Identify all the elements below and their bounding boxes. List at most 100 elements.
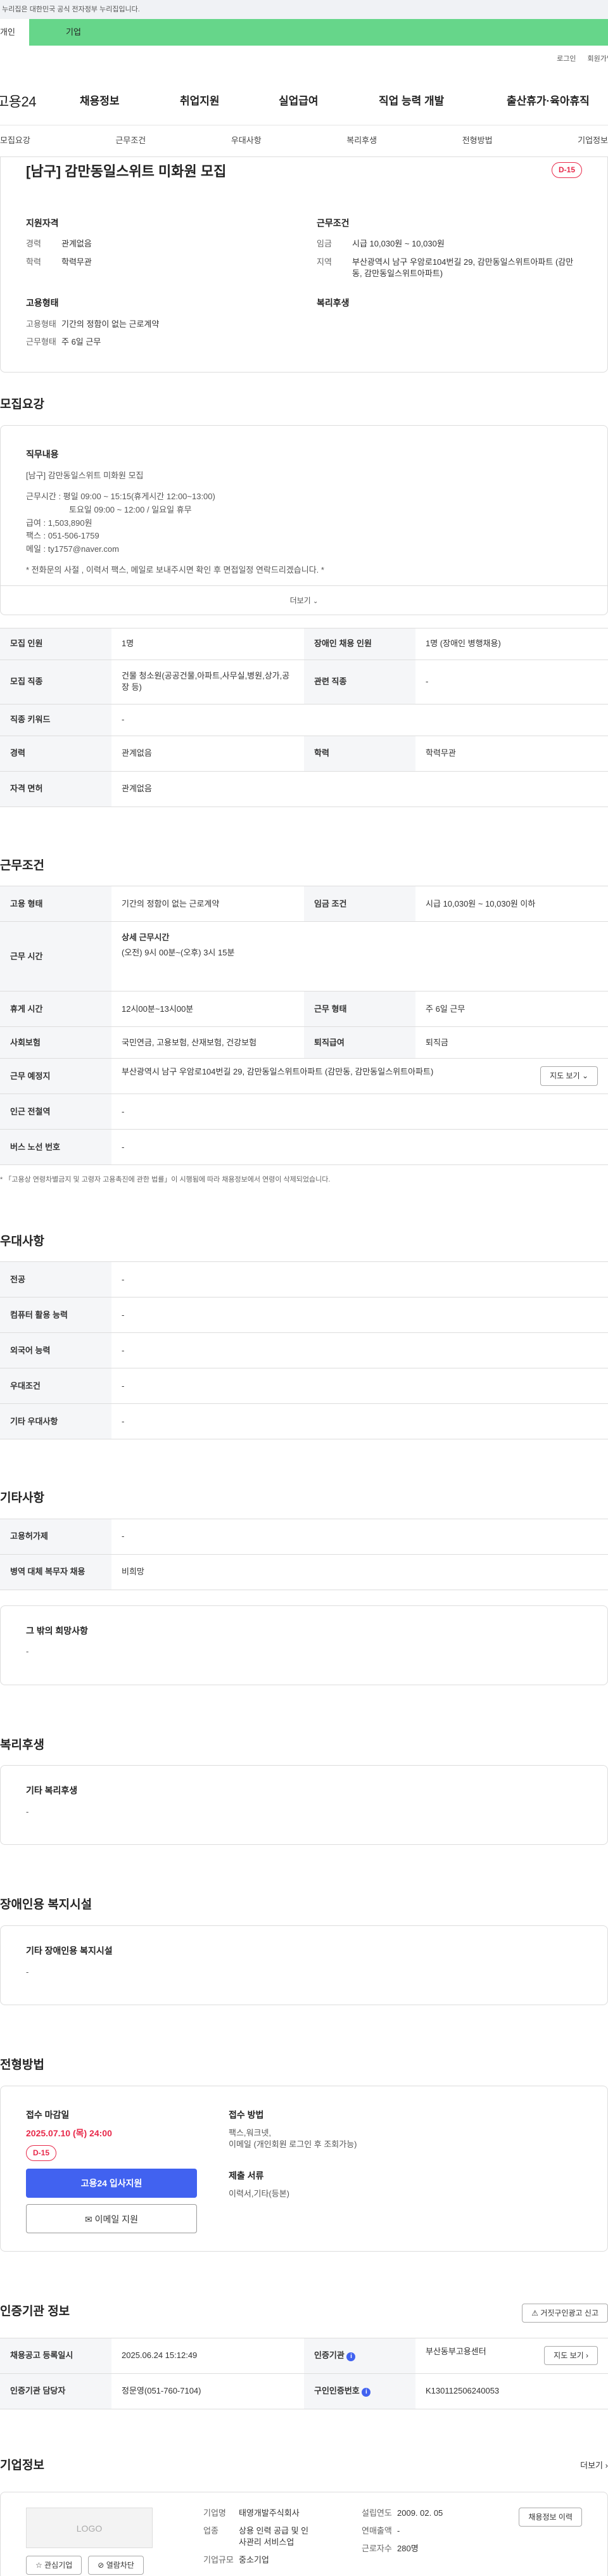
- table-row: 전공 -: [0, 1261, 608, 1298]
- anchor-conditions[interactable]: 근무조건: [115, 135, 146, 146]
- company-info-right: 설립연도 2009. 02. 05 연매출액 - 근로자수 280명: [362, 2508, 469, 2576]
- company-header: 기업정보 더보기 ›: [0, 2458, 608, 2480]
- emp-block: 고용형태 고용형태 기간의 정함이 없는 근로계약 근무형태 주 6일 근무: [26, 297, 291, 354]
- anchor-preference[interactable]: 우대사항: [231, 135, 262, 146]
- hours-cell: 상세 근무시간 (오전) 9시 00분~(오후) 3시 15분: [111, 921, 608, 992]
- wish-panel: 그 밖의 희망사항 -: [0, 1605, 608, 1685]
- row-value: K130112506240053: [415, 2373, 608, 2409]
- util-links: 로그인 회원가입: [0, 46, 608, 68]
- cert-map-button[interactable]: 지도 보기 ›: [544, 2345, 598, 2366]
- map-view-label: 지도 보기: [550, 1071, 580, 1081]
- job-summary-card: [남구] 감만동일스위트 미화원 모집 D-15 지원자격 경력 관계없음 학력 학…: [0, 157, 608, 373]
- qual-value: 학력무관: [61, 257, 92, 267]
- signup-link[interactable]: 회원가입: [588, 54, 608, 68]
- star-icon: ☆: [35, 2560, 42, 2570]
- welfare-heading: 복리후생: [317, 297, 350, 308]
- company-actions: ☆ 관심기업 ⊘ 열람차단: [26, 2555, 153, 2575]
- disabled-panel-title: 기타 장애인용 복지시설: [26, 1945, 113, 1956]
- row-label: 근무 예정지: [0, 1058, 111, 1095]
- gnb-employment-support[interactable]: 취업지원: [180, 94, 220, 109]
- email-apply-button[interactable]: ✉ 이메일 지원: [26, 2203, 197, 2233]
- row-label: 채용공고 등록일시: [0, 2338, 111, 2374]
- row-label: 모집 직종: [0, 660, 111, 705]
- site-logo[interactable]: 고용24: [0, 92, 56, 112]
- row-value: 비희망: [111, 1554, 608, 1590]
- row-label: 인증기관: [314, 2350, 345, 2360]
- block-icon: ⊘: [98, 2560, 104, 2570]
- company-more-link[interactable]: 더보기 ›: [580, 2460, 608, 2471]
- welfare-value: -: [26, 1806, 29, 1816]
- table-row: 인근 전철역 -: [0, 1094, 608, 1130]
- row-value: 건물 청소원(공공건물,아파트,사무실,병원,상가,공장 등): [111, 660, 304, 705]
- section-title-process: 전형방법: [0, 2058, 44, 2072]
- anchor-welfare[interactable]: 복리후생: [346, 135, 377, 146]
- fake-ad-report-label: 거짓구인광고 신고: [540, 2308, 598, 2318]
- conditions-table: 고용 형태 기간의 정함이 없는 근로계약 임금 조건 시급 10,030원 ~…: [0, 886, 608, 1166]
- emp-label: 근무형태: [26, 336, 56, 347]
- company-value: 태영개발주식회사: [239, 2508, 300, 2518]
- company-label: 업종: [203, 2525, 218, 2535]
- qual-heading: 지원자격: [26, 217, 59, 228]
- dday-badge: D-15: [26, 2145, 57, 2161]
- row-value: -: [111, 1297, 608, 1334]
- company-logo-block: LOGO ☆ 관심기업 ⊘ 열람차단: [26, 2507, 153, 2576]
- tab-personal[interactable]: 개인: [0, 19, 29, 46]
- company-info-left: 기업명 태영개발주식회사 업종 상용 인력 공급 및 인사관리 서비스업 기업규모 중…: [203, 2508, 362, 2576]
- hours-value: (오전) 9시 00분~(오후) 3시 15분: [122, 948, 235, 958]
- row-value: -: [111, 1094, 608, 1130]
- gnb-vocational-training[interactable]: 직업 능력 개발: [379, 94, 444, 109]
- row-label: 근무 형태: [304, 991, 415, 1028]
- row-value: 시급 10,030원 ~ 10,030원 이하: [415, 886, 608, 922]
- row-value: -: [111, 704, 608, 736]
- method-line: 이메일 (개인회원 로그인 후 조회가능): [229, 2139, 357, 2150]
- table-row: 근무 시간 상세 근무시간 (오전) 9시 00분~(오후) 3시 15분: [0, 921, 608, 992]
- row-value: -: [415, 660, 608, 705]
- qual-value: 관계없음: [61, 239, 92, 249]
- map-view-button[interactable]: 지도 보기 ⌄: [540, 1066, 598, 1087]
- wish-title: 그 밖의 희망사항: [26, 1625, 88, 1636]
- anchor-recruit[interactable]: 모집요강: [0, 135, 30, 146]
- row-value: 학력무관: [415, 736, 608, 772]
- row-label: 관련 직종: [304, 660, 415, 705]
- section-title-disabled: 장애인용 복지시설: [0, 1898, 92, 1912]
- cond-value: 시급 10,030원 ~ 10,030원: [352, 239, 445, 249]
- more-button[interactable]: 더보기 ⌄: [1, 585, 607, 615]
- company-label: 근로자수: [362, 2543, 392, 2553]
- row-label: 학력: [304, 736, 415, 772]
- docs-title: 제출 서류: [229, 2170, 264, 2181]
- fake-ad-report-button[interactable]: ⚠ 거짓구인광고 신고: [522, 2303, 608, 2323]
- disabled-value: -: [26, 1967, 29, 1977]
- tab-business[interactable]: 기업: [29, 19, 608, 46]
- login-link[interactable]: 로그인: [557, 54, 576, 68]
- company-value: 280명: [397, 2543, 419, 2553]
- info-icon[interactable]: i: [362, 2387, 371, 2397]
- table-row: 경력 관계없음 학력 학력무관: [0, 736, 608, 772]
- block-view-button[interactable]: ⊘ 열람차단: [88, 2555, 144, 2575]
- gnb-job-info[interactable]: 채용정보: [80, 94, 120, 109]
- emp-value: 기간의 정함이 없는 근로계약: [61, 319, 160, 329]
- hiring-history-button[interactable]: 채용정보 이력: [519, 2507, 582, 2527]
- company-value: 상용 인력 공급 및 인사관리 서비스업: [239, 2525, 309, 2547]
- section-title-etc: 기타사항: [0, 1491, 44, 1505]
- anchor-company[interactable]: 기업정보: [578, 135, 608, 146]
- row-value: 국민연금, 고용보험, 산재보험, 건강보험: [111, 1026, 304, 1059]
- gnb-parental-leave[interactable]: 출산휴가·육아휴직: [507, 94, 590, 109]
- gnb-unemployment-benefit[interactable]: 실업급여: [279, 94, 319, 109]
- row-label: 전공: [0, 1261, 111, 1298]
- docs-value: 이력서,기타(등본): [229, 2189, 289, 2199]
- interest-company-button[interactable]: ☆ 관심기업: [26, 2555, 82, 2575]
- chevron-down-icon: ⌄: [581, 1071, 588, 1081]
- row-label: 자격 면허: [0, 771, 111, 807]
- deadline-title: 접수 마감일: [26, 2109, 70, 2120]
- welfare-block: 복리후생: [317, 297, 582, 354]
- deadline-block: 접수 마감일 2025.07.10 (목) 24:00 D-15 고용24 입사…: [26, 2109, 197, 2233]
- qual-label: 학력: [26, 257, 41, 267]
- info-icon[interactable]: i: [346, 2352, 356, 2361]
- duty-text: [남구] 감만동일스위트 미화원 모집 근무시간 : 평일 09:00 ~ 15…: [26, 469, 582, 577]
- anchor-process[interactable]: 전형방법: [462, 135, 493, 146]
- apply-button[interactable]: 고용24 입사지원: [26, 2168, 197, 2198]
- table-row: 외국어 능력 -: [0, 1332, 608, 1369]
- row-label: 고용 형태: [0, 886, 111, 922]
- row-label: 퇴직급여: [304, 1026, 415, 1059]
- row-value: 12시00분~13시00분: [111, 991, 304, 1028]
